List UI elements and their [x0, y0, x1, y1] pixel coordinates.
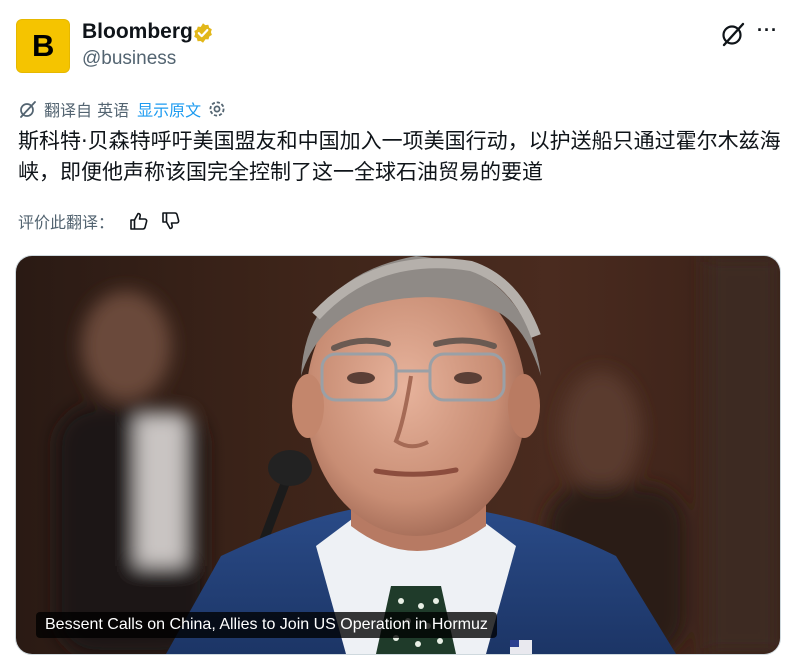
more-options-button[interactable]: ··· — [757, 20, 781, 48]
translation-bar: 翻译自 英语 显示原文 — [18, 98, 228, 120]
rate-translation: 评价此翻译： — [18, 209, 182, 233]
media-caption: Bessent Calls on China, Allies to Join U… — [36, 612, 497, 638]
translation-label: 翻译自 英语 — [44, 101, 130, 120]
rate-label: 评价此翻译： — [18, 213, 115, 232]
avatar-letter: B — [32, 28, 55, 63]
grok-icon[interactable] — [720, 21, 746, 47]
account-handle[interactable]: @business — [82, 48, 176, 70]
account-name[interactable]: Bloomberg — [82, 20, 193, 44]
grok-small-icon — [20, 101, 36, 118]
photo — [16, 256, 780, 654]
avatar[interactable]: B — [16, 19, 70, 73]
thumbs-down-icon[interactable] — [160, 210, 182, 232]
thumbs-up-icon[interactable] — [128, 210, 150, 232]
verified-badge-icon — [194, 23, 212, 43]
gear-icon[interactable] — [206, 98, 228, 120]
post-text: 斯科特·贝森特呼吁美国盟友和中国加入一项美国行动，以护送船只通过霍尔木兹海峡，即… — [18, 129, 781, 184]
show-original-link[interactable]: 显示原文 — [137, 97, 201, 121]
post-image[interactable] — [16, 256, 780, 654]
